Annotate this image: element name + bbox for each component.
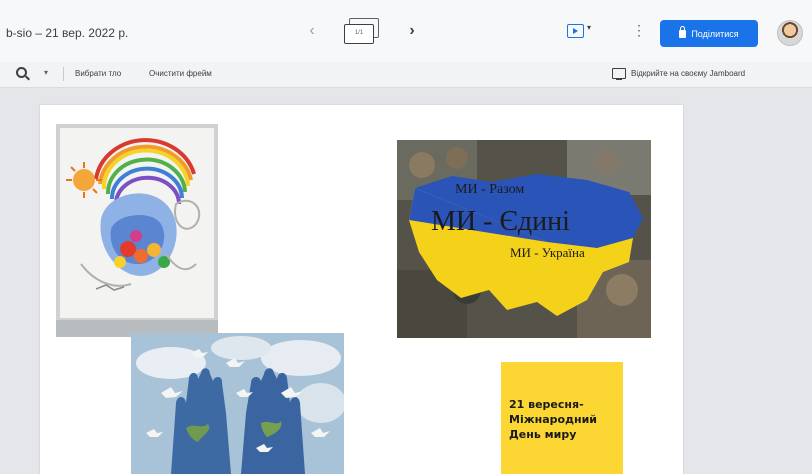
- ukraine-poster-illustration: [397, 140, 651, 338]
- peace-day-text: 21 вересня- Міжнародний День миру: [509, 398, 598, 441]
- clear-frame-button[interactable]: Очистити фрейм: [149, 69, 212, 78]
- zoom-caret-icon[interactable]: ▾: [44, 68, 48, 77]
- caret-down-icon: ▾: [587, 23, 592, 32]
- toolbar: ▾ Вибрати тло Очистити фрейм Відкрийте н…: [0, 62, 812, 88]
- poster-line-3: МИ - Україна: [510, 245, 585, 260]
- frame-counter: 1/1: [344, 24, 374, 44]
- doves-hands-image[interactable]: [131, 333, 344, 474]
- whiteboard-frame[interactable]: МИ - Разом МИ - Єдині МИ - Україна 21 ве…: [40, 105, 683, 474]
- child-drawing-illustration: [56, 128, 218, 337]
- poster-line-1: МИ - Разом: [455, 182, 525, 197]
- jam-title[interactable]: b-sio – 21 вер. 2022 р.: [6, 26, 128, 40]
- more-vert-icon[interactable]: ⋮: [632, 22, 646, 39]
- ukraine-unity-poster[interactable]: МИ - Разом МИ - Єдині МИ - Україна: [397, 140, 651, 338]
- doves-hands-illustration: [131, 333, 344, 474]
- chevron-left-icon[interactable]: ‹: [304, 22, 320, 40]
- poster-line-2: МИ - Єдині: [431, 206, 570, 237]
- set-background-button[interactable]: Вибрати тло: [75, 69, 121, 78]
- avatar[interactable]: [777, 20, 803, 46]
- peace-day-sticky-note[interactable]: 21 вересня- Міжнародний День миру: [501, 362, 623, 474]
- top-bar: b-sio – 21 вер. 2022 р. ‹ 1/1 › ▾ ⋮ Поді…: [0, 0, 812, 62]
- share-label: Поділитися: [691, 28, 739, 39]
- child-drawing-image[interactable]: [56, 124, 218, 337]
- zoom-icon[interactable]: [16, 67, 27, 78]
- lock-icon: [679, 25, 687, 38]
- toolbar-divider: [63, 67, 64, 81]
- canvas-area: МИ - Разом МИ - Єдині МИ - Україна 21 ве…: [0, 88, 812, 474]
- open-on-jamboard-link[interactable]: Відкрийте на своєму Jamboard: [631, 69, 745, 78]
- share-button[interactable]: Поділитися: [660, 20, 758, 47]
- present-icon: [567, 24, 584, 38]
- chevron-right-icon[interactable]: ›: [404, 22, 420, 40]
- frames-icon[interactable]: 1/1: [341, 16, 383, 48]
- cast-icon[interactable]: [612, 68, 626, 80]
- present-button[interactable]: ▾: [567, 22, 597, 42]
